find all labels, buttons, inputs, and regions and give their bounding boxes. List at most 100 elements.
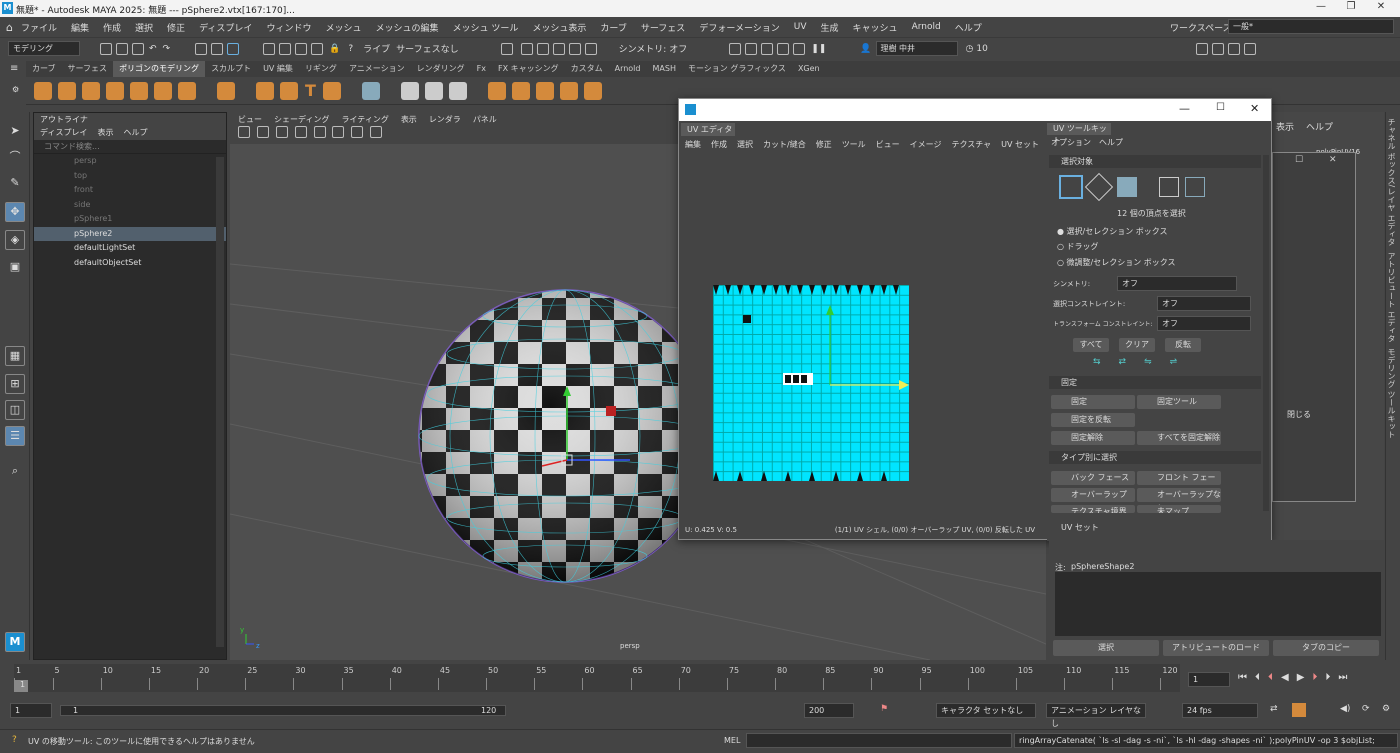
paint-select-icon[interactable]: ✎ [5, 174, 25, 194]
section-selection[interactable]: 選択対象 [1049, 155, 1261, 168]
viewport-menu-lighting[interactable]: ライティング [341, 114, 388, 125]
step-forward-key-icon[interactable]: ⏵ [1325, 672, 1330, 683]
single-pane-icon[interactable]: ▦ [5, 346, 25, 366]
mode-dropdown[interactable]: モデリング [8, 41, 80, 56]
menu-cache[interactable]: キャッシュ [853, 21, 898, 34]
layout4-icon[interactable] [1242, 42, 1258, 55]
side-tab-channel-box[interactable]: チャネル ボックス/レイヤ エディタ [1386, 118, 1397, 246]
back-face-button[interactable]: バック フェース [1051, 471, 1135, 485]
mel-input[interactable] [746, 733, 1012, 748]
viewport-menu-panels[interactable]: パネル [473, 114, 497, 125]
pin-tool-button[interactable]: 固定ツール [1137, 395, 1221, 409]
texture-border-button[interactable]: テクスチャ境界 [1051, 505, 1135, 513]
outliner-layout-icon[interactable]: ☰ [5, 426, 25, 446]
select-component-icon[interactable] [225, 42, 241, 55]
uv-menu-edit[interactable]: 編集 [685, 139, 701, 150]
layout3-icon[interactable] [1226, 42, 1242, 55]
snap-plane-icon[interactable] [309, 42, 325, 55]
poly-cube-icon[interactable] [58, 81, 76, 100]
menu-mesh-display[interactable]: メッシュ表示 [532, 21, 586, 34]
uvtk-menu-help[interactable]: ヘルプ [1099, 137, 1123, 148]
menu-help[interactable]: ヘルプ [955, 21, 982, 34]
grow-icon[interactable]: ⇆ [1093, 357, 1101, 367]
render-icon[interactable] [727, 42, 743, 55]
hypershade-icon[interactable] [775, 42, 791, 55]
lock-icon[interactable]: 🔒 [329, 44, 340, 54]
step-back-frame-icon[interactable]: ⏴ [1268, 672, 1273, 683]
edge-select-icon[interactable] [1084, 172, 1114, 202]
character-set-dropdown[interactable]: キャラクタ セットなし [936, 703, 1036, 718]
transform-icon[interactable] [424, 81, 443, 100]
outliner-item-default-light-set[interactable]: defaultLightSet [34, 241, 226, 256]
uv-tool-icon[interactable] [519, 42, 535, 55]
close-button[interactable]: ✕ [1366, 1, 1396, 16]
outliner-item-top[interactable]: top [34, 169, 226, 184]
shelf-tab-mash[interactable]: MASH [646, 61, 681, 77]
scale-tool-icon[interactable]: ▣ [5, 258, 25, 278]
scene-end-field[interactable]: 200 [804, 703, 854, 718]
radio-select-box[interactable]: ● 選択/セレクション ボックス [1057, 226, 1168, 237]
overlap-button[interactable]: オーバーラップ [1051, 488, 1135, 502]
uv-menu-create[interactable]: 作成 [711, 139, 727, 150]
outliner-item-persp[interactable]: persp [34, 154, 226, 169]
boolean-icon[interactable] [583, 81, 602, 100]
step-back-key-icon[interactable]: ⏴ [1255, 672, 1260, 683]
side-tab-modeling-toolkit[interactable]: モデリング ツールキット [1386, 348, 1397, 439]
move-tool-icon[interactable]: ✥ [5, 202, 25, 222]
select-tool-icon[interactable]: ➤ [5, 122, 25, 142]
super-shape-icon[interactable] [256, 81, 274, 100]
unpin-button[interactable]: 固定解除 [1051, 431, 1135, 445]
poly-plane-icon[interactable] [154, 81, 172, 100]
uv-maximize-button[interactable]: ☐ [1216, 102, 1225, 113]
smooth-icon[interactable] [559, 81, 578, 100]
shelf-tab-xgen[interactable]: XGen [792, 61, 826, 77]
viewport-menu-show[interactable]: 表示 [401, 114, 417, 125]
invert-button[interactable]: 反転 [1165, 338, 1201, 352]
ipr-icon[interactable] [743, 42, 759, 55]
no-overlap-button[interactable]: オーバーラップなし [1137, 488, 1221, 513]
behind-menu-show[interactable]: 表示 [1276, 120, 1294, 133]
shelf-tab-poly-modeling[interactable]: ポリゴンのモデリング [113, 61, 206, 77]
center-pivot-icon[interactable] [448, 81, 467, 100]
uv-menu-modify[interactable]: 修正 [816, 139, 832, 150]
pause-icon[interactable]: ❚❚ [811, 44, 826, 54]
poly-cylinder-icon[interactable] [82, 81, 100, 100]
menu-edit[interactable]: 編集 [71, 21, 89, 34]
grid-toggle-icon[interactable] [255, 126, 271, 138]
transform-constraint-dropdown[interactable]: オフ [1157, 316, 1251, 331]
sweep-icon[interactable] [280, 81, 298, 100]
poly-disc-icon[interactable] [178, 81, 196, 100]
load-attributes-button[interactable]: アトリビュートのロード [1163, 640, 1269, 656]
side-tab-attribute-editor[interactable]: アトリビュート エディタ [1386, 252, 1397, 343]
step-forward-frame-icon[interactable]: ⏵ [1312, 672, 1317, 683]
shelf-tab-curves[interactable]: カーブ [26, 61, 62, 77]
loop-icon[interactable]: ⇄ [1270, 704, 1278, 714]
shelf-tab-sculpt[interactable]: スカルプト [205, 61, 257, 77]
uv-menu-cut-sew[interactable]: カット/縫合 [763, 139, 806, 150]
svg-tool-icon[interactable] [322, 81, 341, 100]
minimize-button[interactable]: — [1306, 1, 1336, 16]
shelf-tab-rendering[interactable]: レンダリング [411, 61, 471, 77]
menu-windows[interactable]: ウィンドウ [266, 21, 311, 34]
extract-icon[interactable] [535, 81, 554, 100]
uv-menu-select[interactable]: 選択 [737, 139, 753, 150]
behind-menu-help[interactable]: ヘルプ [1306, 120, 1333, 133]
platonic-solid-icon[interactable] [217, 81, 235, 100]
front-face-button[interactable]: フロント フェース [1137, 471, 1221, 496]
uv-canvas[interactable] [681, 152, 1039, 516]
unpin-all-button[interactable]: すべてを固定解除 [1137, 431, 1221, 445]
uv-menu-texture[interactable]: テクスチャ [951, 139, 991, 150]
outliner-search-input[interactable]: コマンド検索... [34, 140, 226, 154]
workspace-dropdown[interactable]: 一般* [1228, 19, 1394, 34]
select-object-icon[interactable] [209, 42, 225, 55]
render-view-icon[interactable] [791, 42, 807, 55]
layout-icon[interactable] [1194, 42, 1210, 55]
menu-edit-mesh[interactable]: メッシュの編集 [375, 21, 438, 34]
combine-icon[interactable] [487, 81, 506, 100]
section-pin[interactable]: 固定 [1049, 376, 1261, 389]
shelf-tab-animation[interactable]: アニメーション [343, 61, 411, 77]
rotate-tool-icon[interactable]: ◈ [5, 230, 25, 250]
key-icon[interactable] [1292, 703, 1306, 717]
mel-result-field[interactable]: ringArrayCatenate( `ls -sl -dag -s -ni`,… [1014, 733, 1398, 748]
lights-icon[interactable] [330, 126, 346, 138]
